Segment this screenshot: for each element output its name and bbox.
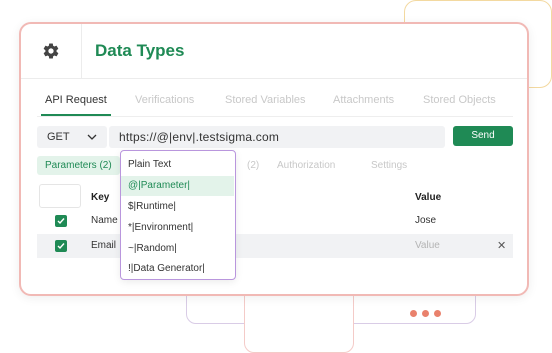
column-header-value: Value bbox=[415, 192, 442, 203]
data-type-dropdown: Plain Text @|Parameter| $|Runtime| *|Env… bbox=[120, 150, 236, 280]
url-value: https://@|env|.testsigma.com bbox=[119, 130, 280, 144]
row-value-input[interactable]: Value bbox=[415, 240, 440, 251]
data-types-card: Data Types API Request Verifications Sto… bbox=[19, 22, 529, 296]
dropdown-item-parameter[interactable]: @|Parameter| bbox=[121, 176, 234, 196]
dropdown-item-runtime[interactable]: $|Runtime| bbox=[121, 197, 234, 217]
tab-verifications[interactable]: Verifications bbox=[135, 94, 194, 106]
method-select[interactable]: GET bbox=[37, 126, 107, 148]
dropdown-item-plain-text[interactable]: Plain Text bbox=[121, 155, 234, 175]
row-key[interactable]: Name bbox=[91, 215, 118, 226]
tab-settings[interactable]: Settings bbox=[371, 160, 407, 171]
url-input[interactable]: https://@|env|.testsigma.com bbox=[109, 126, 445, 148]
tab-headers-count[interactable]: (2) bbox=[247, 160, 259, 171]
card-header: Data Types bbox=[21, 24, 527, 79]
decorative-dots bbox=[410, 304, 446, 322]
tab-attachments[interactable]: Attachments bbox=[333, 94, 394, 106]
dropdown-item-data-generator[interactable]: !|Data Generator| bbox=[121, 259, 234, 279]
method-value: GET bbox=[47, 131, 70, 143]
gear-icon[interactable] bbox=[21, 24, 82, 78]
row-value[interactable]: Jose bbox=[415, 215, 436, 226]
tab-api-request[interactable]: API Request bbox=[45, 94, 107, 106]
tab-stored-variables[interactable]: Stored Variables bbox=[225, 94, 306, 106]
column-header-key: Key bbox=[91, 192, 110, 203]
dropdown-item-environment[interactable]: *|Environment| bbox=[121, 218, 234, 238]
row-checkbox[interactable] bbox=[55, 240, 67, 252]
tab-stored-objects[interactable]: Stored Objects bbox=[423, 94, 496, 106]
page-title: Data Types bbox=[95, 41, 185, 60]
table-row: Name Jose bbox=[37, 210, 513, 232]
row-checkbox[interactable] bbox=[55, 215, 67, 227]
dropdown-item-random[interactable]: ~|Random| bbox=[121, 239, 234, 259]
chevron-down-icon bbox=[87, 132, 97, 144]
send-button[interactable]: Send bbox=[453, 126, 513, 146]
close-icon[interactable]: ✕ bbox=[497, 239, 506, 252]
row-key[interactable]: Email bbox=[91, 240, 116, 251]
tab-parameters[interactable]: Parameters (2) bbox=[37, 156, 120, 175]
table-row: Email Value ✕ bbox=[37, 234, 513, 258]
select-all-checkbox[interactable] bbox=[39, 184, 81, 208]
tab-authorization[interactable]: Authorization bbox=[277, 160, 335, 171]
tabs-divider bbox=[37, 116, 513, 117]
